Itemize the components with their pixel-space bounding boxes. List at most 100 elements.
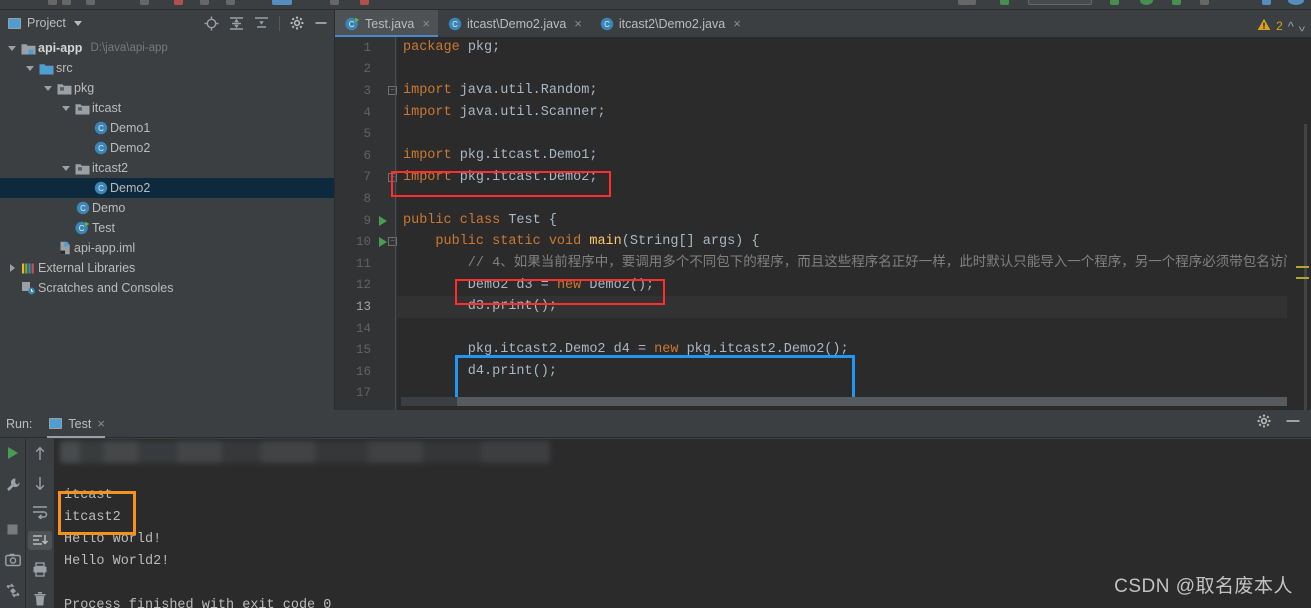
close-icon[interactable]: × bbox=[574, 17, 582, 30]
inspection-marker-warning[interactable] bbox=[1296, 277, 1309, 279]
line-number[interactable]: 11 bbox=[335, 253, 397, 275]
run-gutter-icon[interactable] bbox=[379, 237, 387, 248]
editor-tab-itcast-demo2-java[interactable]: Citcast\Demo2.java × bbox=[438, 10, 590, 37]
code-line[interactable]: public class Test { bbox=[397, 210, 1311, 232]
close-icon[interactable]: × bbox=[97, 416, 105, 431]
chevron-down-icon[interactable] bbox=[4, 45, 20, 51]
code-editor[interactable]: 1 2 3−4 5 6 7−8 9 10−11 12 13 14 15 16 17 package pkg… bbox=[335, 19, 1311, 424]
editor-tab-itcast2-demo2-java[interactable]: Citcast2\Demo2.java × bbox=[590, 10, 749, 37]
run-tab-test[interactable]: Test × bbox=[41, 410, 109, 438]
line-number[interactable]: 17 bbox=[335, 383, 397, 405]
line-number[interactable]: 3− bbox=[335, 80, 397, 102]
line-number-gutter[interactable]: 1 2 3−4 5 6 7−8 9 10−11 12 13 14 15 16 17 bbox=[335, 37, 397, 410]
tree-node-demo[interactable]: C Demo bbox=[0, 198, 334, 218]
line-number[interactable]: 1 bbox=[335, 37, 397, 59]
code-token: d4.print(); bbox=[403, 363, 557, 379]
down-arrow-icon[interactable] bbox=[28, 474, 52, 493]
close-icon[interactable]: × bbox=[422, 17, 430, 30]
line-number[interactable]: 7− bbox=[335, 167, 397, 189]
minimize-icon[interactable] bbox=[1285, 414, 1301, 433]
tree-node-external-libraries[interactable]: External Libraries bbox=[0, 258, 334, 278]
code-line[interactable]: Demo2 d3 = new Demo2(); bbox=[397, 275, 1311, 297]
code-line[interactable] bbox=[397, 318, 1311, 340]
camera-icon[interactable] bbox=[4, 553, 21, 572]
line-number[interactable]: 5 bbox=[335, 123, 397, 145]
tree-node-api-app[interactable]: api-app D:\java\api-app bbox=[0, 38, 334, 58]
editor-vertical-scrollbar[interactable] bbox=[1304, 124, 1307, 424]
line-number[interactable]: 2 bbox=[335, 59, 397, 81]
inspection-summary[interactable]: 2 ^ ^ bbox=[1257, 18, 1305, 34]
gear-icon[interactable] bbox=[1257, 414, 1271, 433]
line-number[interactable]: 4 bbox=[335, 102, 397, 124]
code-line[interactable]: d4.print(); bbox=[397, 361, 1311, 383]
scroll-to-end-icon[interactable] bbox=[28, 531, 52, 551]
gear-icon[interactable] bbox=[290, 16, 304, 30]
chevron-down-icon[interactable] bbox=[40, 85, 56, 91]
console-actions-toolbar[interactable] bbox=[26, 439, 54, 608]
chevron-down-icon[interactable] bbox=[58, 165, 74, 171]
line-number[interactable]: 15 bbox=[335, 339, 397, 361]
chevron-down-icon[interactable] bbox=[22, 65, 38, 71]
tree-node-demo1[interactable]: C Demo1 bbox=[0, 118, 334, 138]
code-line[interactable] bbox=[397, 59, 1311, 81]
line-number[interactable]: 13 bbox=[335, 296, 397, 318]
close-icon[interactable]: × bbox=[733, 17, 741, 30]
code-line[interactable]: import pkg.itcast.Demo1; bbox=[397, 145, 1311, 167]
chevron-down-icon[interactable]: ^ bbox=[1299, 19, 1305, 34]
print-icon[interactable] bbox=[28, 560, 52, 579]
editor-inspection-strip[interactable] bbox=[1287, 64, 1311, 424]
line-number[interactable]: 10− bbox=[335, 231, 397, 253]
scrollbar-thumb[interactable] bbox=[457, 397, 1309, 406]
up-arrow-icon[interactable] bbox=[28, 445, 52, 464]
code-line[interactable]: // 4、如果当前程序中，要调用多个不同包下的程序，而且这些程序名正好一样，此时… bbox=[397, 253, 1311, 275]
collapse-all-icon[interactable] bbox=[254, 16, 269, 31]
editor-tab-test-java[interactable]: C Test.java × bbox=[335, 10, 438, 37]
line-number[interactable]: 16 bbox=[335, 361, 397, 383]
tree-node-src[interactable]: src bbox=[0, 58, 334, 78]
trash-icon[interactable] bbox=[28, 589, 52, 608]
line-number[interactable]: 12 bbox=[335, 275, 397, 297]
tree-node-test[interactable]: C Test bbox=[0, 218, 334, 238]
chevron-down-icon[interactable] bbox=[58, 105, 74, 111]
run-gutter-icon[interactable] bbox=[379, 215, 387, 226]
code-text[interactable]: package pkg; import java.util.Random; impo… bbox=[397, 37, 1311, 410]
code-line[interactable]: d3.print(); bbox=[397, 296, 1311, 318]
line-number[interactable]: 14 bbox=[335, 318, 397, 340]
project-tree[interactable]: api-app D:\java\api-app src pkg itcast C Demo1… bbox=[0, 36, 334, 298]
run-actions-toolbar[interactable] bbox=[0, 439, 26, 608]
code-line[interactable] bbox=[397, 123, 1311, 145]
chevron-up-icon[interactable]: ^ bbox=[1288, 19, 1294, 34]
tree-node-pkg[interactable]: pkg bbox=[0, 78, 334, 98]
tree-node-api-app-iml[interactable]: api-app.iml bbox=[0, 238, 334, 258]
code-line[interactable]: pkg.itcast2.Demo2 d4 = new pkg.itcast2.D… bbox=[397, 339, 1311, 361]
code-line[interactable] bbox=[397, 188, 1311, 210]
tree-node-demo2[interactable]: C Demo2 bbox=[0, 138, 334, 158]
code-line[interactable]: import java.util.Scanner; bbox=[397, 102, 1311, 124]
rerun-icon[interactable] bbox=[5, 445, 21, 466]
console-output[interactable]: itcast itcast2 Hello World! Hello World2! P… bbox=[54, 439, 1311, 608]
tree-node-itcast[interactable]: itcast bbox=[0, 98, 334, 118]
minimize-icon[interactable] bbox=[314, 16, 328, 30]
chevron-down-icon[interactable] bbox=[73, 20, 82, 26]
code-line[interactable]: public static void main(String[] args) { bbox=[397, 231, 1311, 253]
tree-node-itcast2[interactable]: itcast2 bbox=[0, 158, 334, 178]
chevron-right-icon[interactable] bbox=[4, 264, 20, 272]
tree-node-demo2[interactable]: C Demo2 bbox=[0, 178, 334, 198]
code-line[interactable]: import java.util.Random; bbox=[397, 80, 1311, 102]
line-number[interactable]: 6 bbox=[335, 145, 397, 167]
line-number[interactable]: 9 bbox=[335, 210, 397, 232]
expand-all-icon[interactable] bbox=[229, 16, 244, 31]
tree-node-scratches-and-consoles[interactable]: Scratches and Consoles bbox=[0, 278, 334, 298]
wrench-icon[interactable] bbox=[5, 477, 21, 498]
line-number[interactable]: 8 bbox=[335, 188, 397, 210]
editor-tab-bar[interactable]: C Test.java × Citcast\Demo2.java × Citcast2\D… bbox=[335, 10, 1311, 37]
code-line[interactable]: import pkg.itcast.Demo2; bbox=[397, 167, 1311, 189]
code-line[interactable]: package pkg; bbox=[397, 37, 1311, 59]
restore-layout-icon[interactable] bbox=[5, 583, 21, 604]
soft-wrap-icon[interactable] bbox=[28, 503, 52, 522]
stop-icon[interactable] bbox=[5, 522, 20, 542]
tree-node-label: itcast bbox=[92, 101, 122, 115]
editor-horizontal-scrollbar[interactable] bbox=[401, 397, 1309, 406]
locate-icon[interactable] bbox=[204, 16, 219, 31]
inspection-marker-warning[interactable] bbox=[1296, 266, 1309, 268]
